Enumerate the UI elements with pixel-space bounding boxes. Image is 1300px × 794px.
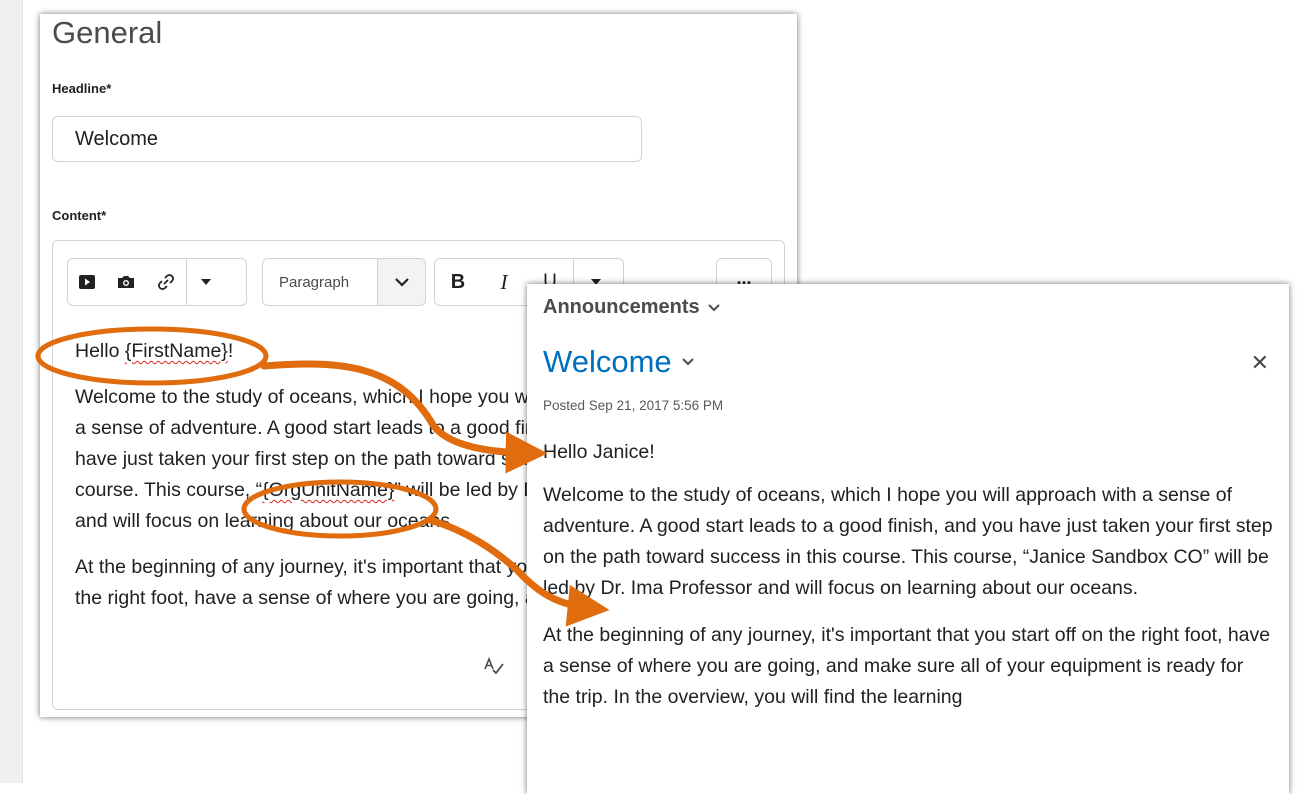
announcement-greeting: Hello Janice! [543, 441, 655, 463]
close-icon[interactable]: ✕ [1251, 350, 1269, 376]
announcement-title-text: Welcome [543, 344, 672, 379]
announcements-heading: Announcements [543, 296, 700, 318]
spellcheck-icon[interactable] [484, 656, 504, 680]
chevron-down-icon [681, 358, 694, 366]
required-marker: * [101, 208, 107, 223]
announcements-menu[interactable]: Announcements [543, 296, 720, 319]
announcement-body: Hello Janice! Welcome to the study of oc… [543, 437, 1273, 729]
posted-date: Posted Sep 21, 2017 5:56 PM [543, 398, 724, 413]
insert-video-button[interactable] [68, 259, 106, 305]
headline-label-text: Headline [52, 81, 107, 96]
bold-button[interactable]: B [435, 259, 481, 305]
caret-down-icon [201, 279, 211, 285]
italic-button[interactable]: I [481, 259, 527, 305]
announcement-paragraph-1: Welcome to the study of oceans, which I … [543, 484, 1273, 599]
editor-line: and will focus on learning about our oce… [75, 510, 456, 532]
firstname-token: {FirstName} [124, 340, 228, 362]
play-icon [79, 275, 95, 289]
greeting-prefix: Hello [75, 340, 125, 362]
left-background-strip [0, 0, 23, 783]
paragraph-dropdown-button[interactable] [377, 259, 425, 305]
section-title: General [52, 15, 163, 50]
block-format-group: Paragraph [262, 258, 426, 306]
headline-label: Headline* [52, 81, 111, 96]
greeting-suffix: ! [227, 340, 234, 362]
paragraph-select[interactable]: Paragraph [263, 259, 377, 305]
insert-link-button[interactable] [146, 259, 186, 305]
insert-toolbar-group [67, 258, 247, 306]
insert-more-dropdown[interactable] [187, 259, 225, 305]
chevron-down-icon [707, 303, 720, 311]
camera-icon [118, 276, 134, 288]
link-icon [158, 274, 174, 290]
announcement-paragraph-2: At the beginning of any journey, it's im… [543, 624, 1271, 708]
editor-line-prefix: course. This course, “ [75, 479, 263, 501]
announcement-preview-panel: Announcements Welcome ✕ Posted Sep 21, 2… [527, 284, 1289, 794]
content-label: Content* [52, 208, 106, 223]
announcement-title[interactable]: Welcome [543, 344, 694, 380]
required-marker: * [106, 81, 112, 96]
content-label-text: Content [52, 208, 102, 223]
headline-input[interactable]: Welcome [52, 116, 642, 162]
orgunitname-token: {OrgUnitName} [262, 479, 395, 501]
insert-image-button[interactable] [106, 259, 146, 305]
chevron-down-icon [394, 277, 409, 287]
